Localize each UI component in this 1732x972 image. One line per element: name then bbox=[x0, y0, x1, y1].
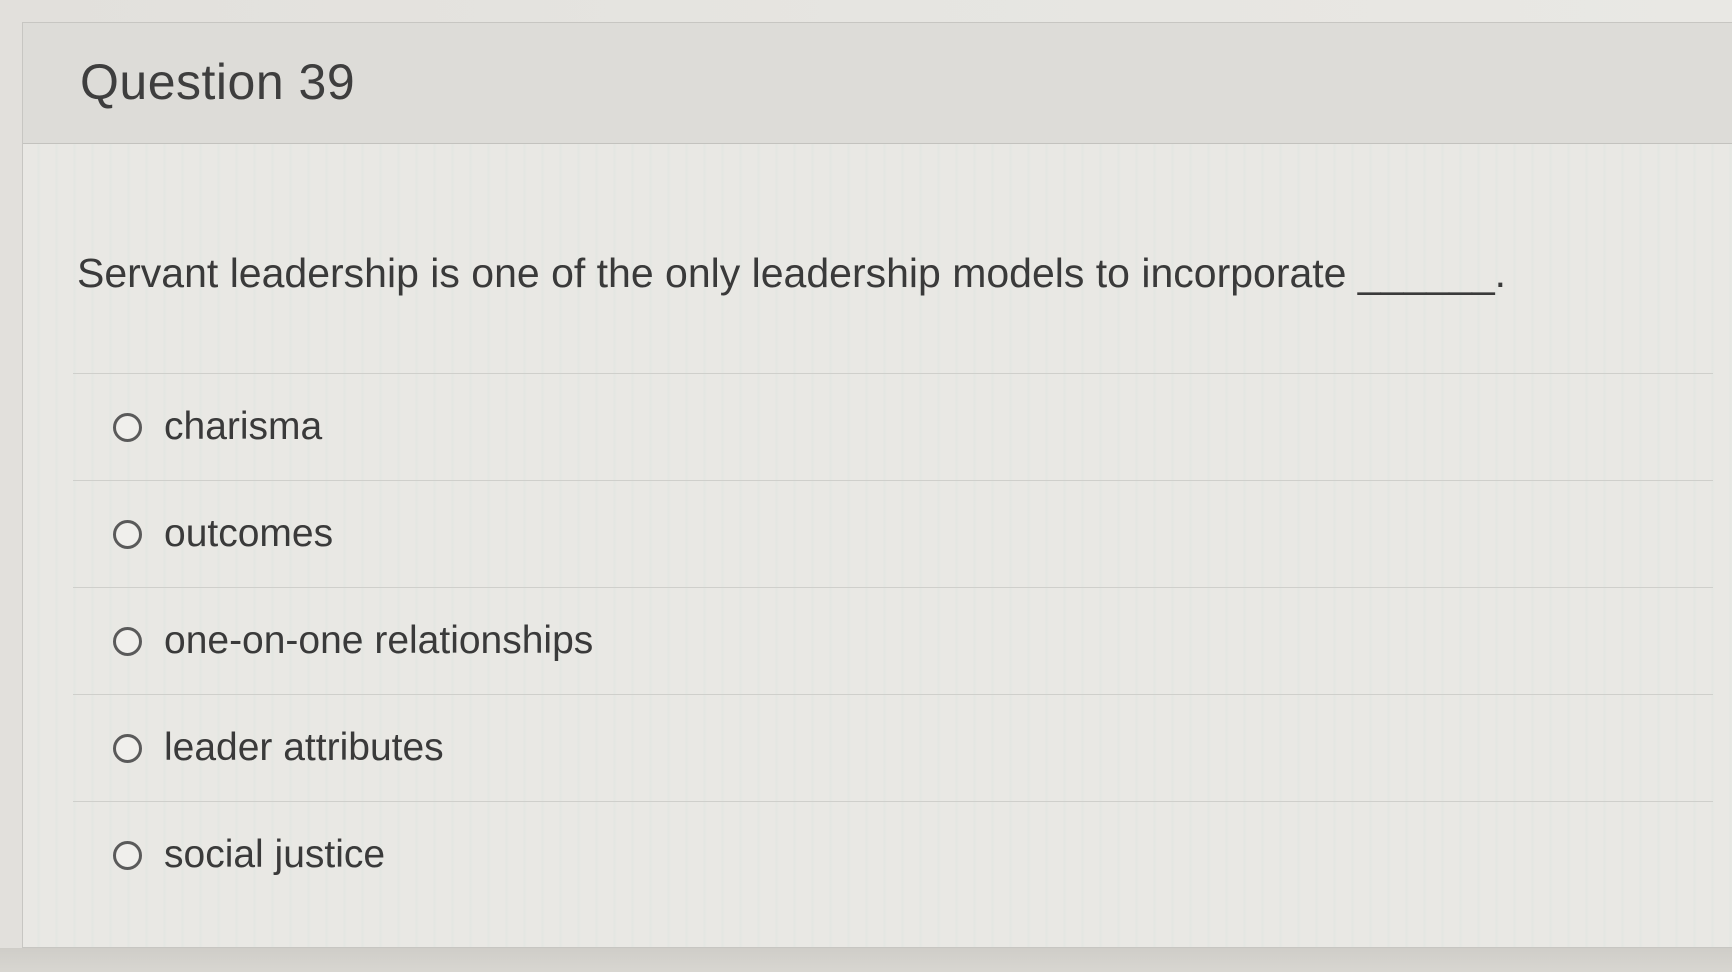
answer-label[interactable]: social justice bbox=[164, 833, 385, 877]
answer-label[interactable]: one-on-one relationships bbox=[164, 619, 593, 663]
radio-unchecked-icon[interactable] bbox=[113, 840, 142, 870]
radio-unchecked-icon[interactable] bbox=[113, 412, 142, 442]
question-header: Question 39 bbox=[23, 23, 1732, 144]
answer-option-leader-attributes[interactable]: leader attributes bbox=[73, 694, 1713, 801]
page-bottom-edge bbox=[0, 948, 1732, 972]
question-body: Servant leadership is one of the only le… bbox=[23, 144, 1732, 947]
question-prompt: Servant leadership is one of the only le… bbox=[77, 250, 1507, 296]
radio-unchecked-icon[interactable] bbox=[113, 626, 142, 656]
answer-option-social-justice[interactable]: social justice bbox=[73, 801, 1713, 908]
answer-label[interactable]: leader attributes bbox=[164, 726, 444, 770]
answer-list: charisma outcomes one-on-one relationshi… bbox=[73, 373, 1713, 908]
radio-unchecked-icon[interactable] bbox=[113, 733, 142, 763]
answer-option-outcomes[interactable]: outcomes bbox=[73, 480, 1713, 587]
question-title: Question 39 bbox=[80, 54, 356, 110]
radio-unchecked-icon[interactable] bbox=[113, 519, 142, 549]
answer-label[interactable]: charisma bbox=[164, 405, 322, 449]
answer-option-charisma[interactable]: charisma bbox=[73, 373, 1713, 480]
quiz-screen: Question 39 Servant leadership is one of… bbox=[0, 0, 1732, 972]
question-card: Question 39 Servant leadership is one of… bbox=[22, 22, 1732, 948]
answer-label[interactable]: outcomes bbox=[164, 512, 333, 556]
answer-option-one-on-one-relationships[interactable]: one-on-one relationships bbox=[73, 587, 1713, 694]
